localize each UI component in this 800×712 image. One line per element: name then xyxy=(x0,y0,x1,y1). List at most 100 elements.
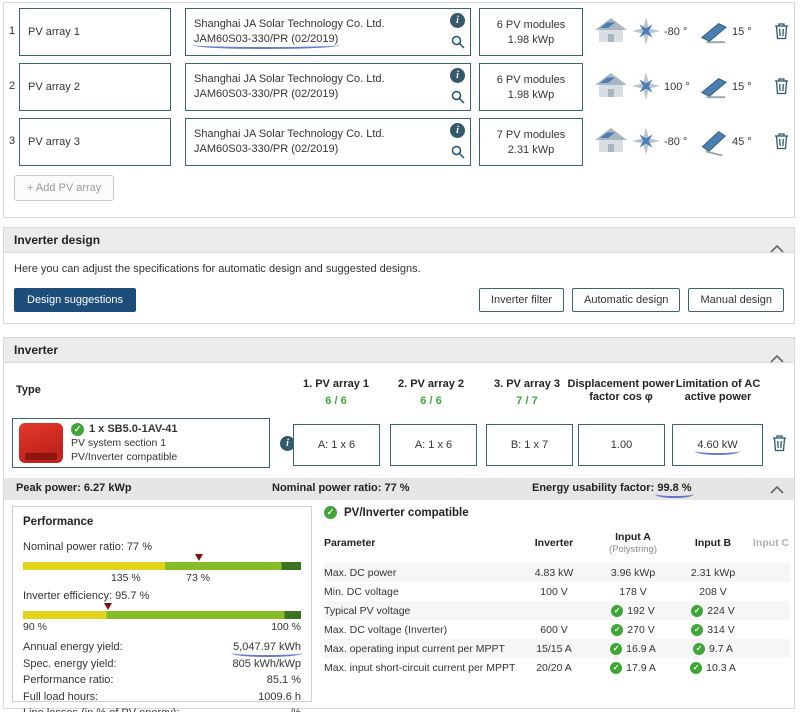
module-selector-field[interactable]: Shanghai JA Solar Technology Co. Ltd. JA… xyxy=(185,8,471,56)
ok-check-icon xyxy=(610,661,623,674)
module-manufacturer: Shanghai JA Solar Technology Co. Ltd. xyxy=(194,73,385,85)
azimuth-value[interactable]: 100 ° xyxy=(664,81,696,93)
ac-limit-column-header: Limitation of AC active power xyxy=(675,378,761,403)
param-name: Max. operating input current per MPPT xyxy=(324,642,505,655)
tilt-value[interactable]: 15 ° xyxy=(732,26,758,38)
results-summary-bar[interactable]: Peak power: 6.27 kWp Nominal power ratio… xyxy=(4,478,794,500)
array-power: 2.31 kWp xyxy=(507,144,555,156)
stat-value: --- % xyxy=(193,705,301,712)
tick-label: 90 % xyxy=(23,621,47,633)
module-count: 6 PV modules xyxy=(496,19,566,31)
ok-check-icon xyxy=(691,623,704,636)
magnifier-icon[interactable] xyxy=(451,90,465,107)
tilt-panel-icon[interactable] xyxy=(697,124,732,161)
ac-limit-value: 4.60 kW xyxy=(695,439,741,455)
type-column-header: Type xyxy=(16,384,41,396)
pv-array-name-field[interactable]: PV array 3 xyxy=(19,118,171,166)
azimuth-compass-icon[interactable] xyxy=(632,16,660,48)
param-name: Max. DC power xyxy=(324,566,397,579)
info-icon[interactable] xyxy=(450,68,465,83)
assignment-array1-field[interactable]: A: 1 x 6 xyxy=(293,424,380,466)
ac-limit-field[interactable]: 4.60 kW xyxy=(672,424,763,466)
inverter-header[interactable]: Inverter xyxy=(4,338,794,363)
info-icon[interactable] xyxy=(450,13,465,28)
delete-array-icon[interactable] xyxy=(774,77,789,98)
delete-array-icon[interactable] xyxy=(774,132,789,153)
inverter-design-header[interactable]: Inverter design xyxy=(4,228,794,253)
tilt-panel-icon[interactable] xyxy=(700,72,728,103)
tilt-value[interactable]: 45 ° xyxy=(732,136,758,148)
row-index: 2 xyxy=(9,80,16,92)
module-manufacturer: Shanghai JA Solar Technology Co. Ltd. xyxy=(194,128,385,140)
azimuth-value[interactable]: -80 ° xyxy=(664,26,696,38)
param-name: Max. DC voltage (Inverter) xyxy=(324,623,448,636)
input-b-value: 9.7 A xyxy=(709,642,733,655)
roof-mounting-icon[interactable] xyxy=(594,72,628,102)
info-icon[interactable] xyxy=(450,123,465,138)
module-count-box: 6 PV modules 1.98 kWp xyxy=(479,63,583,111)
collapse-chevron-icon[interactable] xyxy=(770,485,784,497)
table-row: Typical PV voltage 192 V 224 V xyxy=(324,601,790,620)
roof-mounting-icon[interactable] xyxy=(594,17,628,47)
inverter-filter-button[interactable]: Inverter filter xyxy=(478,288,565,312)
inverter-unit-box[interactable]: 1 x SB5.0-1AV-41 PV system section 1 PV/… xyxy=(12,418,270,468)
compatibility-header: PV/Inverter compatible xyxy=(324,506,790,519)
module-model: JAM60S03-330/PR (02/2019) xyxy=(194,88,339,100)
azimuth-compass-icon[interactable] xyxy=(632,126,660,158)
collapse-chevron-icon[interactable] xyxy=(770,347,784,372)
nominal-ratio-value: 77 % xyxy=(384,482,410,494)
magnifier-icon[interactable] xyxy=(451,145,465,162)
table-row: Max. DC power 4.83 kW 3.96 kWp 2.31 kWp xyxy=(324,563,790,582)
input-b-value: 2.31 kWp xyxy=(690,566,736,579)
usability-value: 99.8 % xyxy=(657,482,692,494)
inverter-value: 15/15 A xyxy=(536,642,572,655)
design-suggestions-button[interactable]: Design suggestions xyxy=(14,288,137,312)
assignment-array3-field[interactable]: B: 1 x 7 xyxy=(486,424,573,466)
input-a-value: 3.96 kWp xyxy=(610,566,656,579)
tilt-panel-icon[interactable] xyxy=(700,17,728,48)
module-selector-field[interactable]: Shanghai JA Solar Technology Co. Ltd. JA… xyxy=(185,63,471,111)
automatic-design-button[interactable]: Automatic design xyxy=(572,288,681,312)
collapse-chevron-icon[interactable] xyxy=(770,237,784,262)
stat-row: Spec. energy yield: 805 kWh/kWp xyxy=(23,656,301,673)
inverter-section: Inverter Type 1. PV array 1 6 / 6 2. PV … xyxy=(3,337,795,712)
stat-value: 5,047.97 kWh xyxy=(233,641,301,653)
performance-title: Performance xyxy=(23,516,94,528)
compat-table-body: Max. DC power 4.83 kW 3.96 kWp 2.31 kWp … xyxy=(324,563,790,677)
pv-array-row: 2 PV array 2 Shanghai JA Solar Technolog… xyxy=(4,62,794,114)
usability-summary: Energy usability factor: 99.8 % xyxy=(532,482,692,494)
input-a-value: 270 V xyxy=(627,623,655,636)
performance-stats: Annual energy yield: 5,047.97 kWh Spec. … xyxy=(23,639,301,712)
stat-label: Performance ratio: xyxy=(23,674,114,686)
manual-design-button[interactable]: Manual design xyxy=(688,288,784,312)
section-title: Inverter xyxy=(14,343,59,357)
delete-inverter-icon[interactable] xyxy=(772,434,787,455)
input-b-value: 208 V xyxy=(699,585,727,598)
pv-array-name: PV array 2 xyxy=(28,81,80,93)
param-name: Min. DC voltage xyxy=(324,585,399,598)
assignment-array2-field[interactable]: A: 1 x 6 xyxy=(390,424,477,466)
magnifier-icon[interactable] xyxy=(451,35,465,52)
pv-array-name-field[interactable]: PV array 2 xyxy=(19,63,171,111)
tilt-value[interactable]: 15 ° xyxy=(732,81,758,93)
input-b-value: 10.3 A xyxy=(706,661,736,674)
delete-array-icon[interactable] xyxy=(774,22,789,43)
azimuth-compass-icon[interactable] xyxy=(632,71,660,103)
array1-column-header: 1. PV array 1 6 / 6 xyxy=(281,378,391,408)
stat-label: Full load hours: xyxy=(23,690,99,703)
column-label: 2. PV array 2 xyxy=(397,378,465,390)
performance-panel: Performance Nominal power ratio: 77 % 13… xyxy=(12,506,312,712)
compatibility-panel: PV/Inverter compatible Parameter Inverte… xyxy=(324,506,790,677)
cos-phi-field[interactable]: 1.00 xyxy=(578,424,665,466)
pv-array-name-field[interactable]: PV array 1 xyxy=(19,8,171,56)
section-title: Inverter design xyxy=(14,233,101,247)
azimuth-value[interactable]: -80 ° xyxy=(664,136,696,148)
row-index: 1 xyxy=(9,25,16,37)
roof-mounting-icon[interactable] xyxy=(594,127,628,157)
ok-check-icon xyxy=(610,642,623,655)
module-model: JAM60S03-330/PR (02/2019) xyxy=(194,143,339,155)
module-selector-field[interactable]: Shanghai JA Solar Technology Co. Ltd. JA… xyxy=(185,118,471,166)
pv-array-row: 1 PV array 1 Shanghai JA Solar Technolog… xyxy=(4,7,794,59)
add-pv-array-button[interactable]: + Add PV array xyxy=(14,175,115,201)
compatibility-status: PV/Inverter compatible xyxy=(71,451,178,463)
